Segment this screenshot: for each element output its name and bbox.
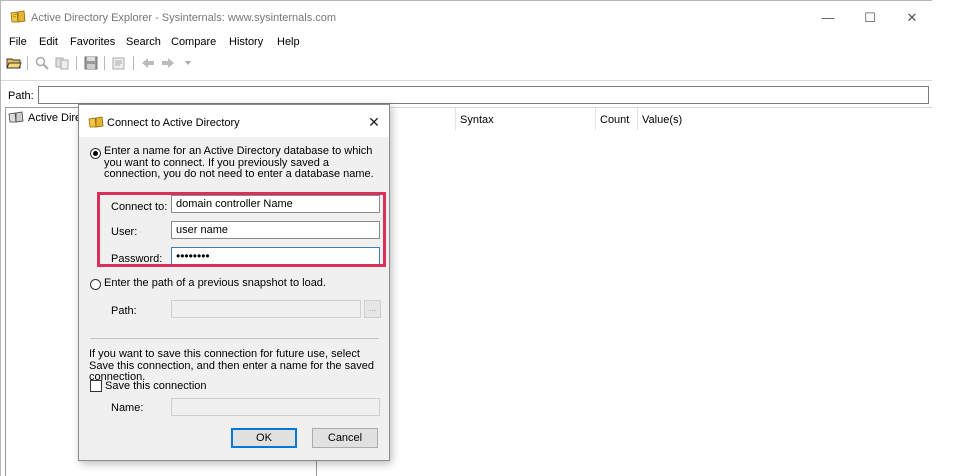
radio-connect-database[interactable] (90, 148, 101, 159)
cancel-button[interactable]: Cancel (312, 428, 378, 448)
radio-load-snapshot[interactable] (90, 279, 101, 290)
save-connection-checkbox[interactable] (90, 380, 102, 392)
forward-arrow-icon[interactable] (160, 55, 176, 71)
toolbar (1, 53, 932, 73)
ok-button[interactable]: OK (231, 428, 297, 448)
menu-bar: File Edit Favorites Search Compare Histo… (1, 34, 932, 52)
active-directory-icon (8, 111, 24, 123)
menu-history[interactable]: History (229, 36, 263, 48)
menu-edit[interactable]: Edit (39, 36, 58, 48)
attribute-list: Syntax Count Value(s) (320, 107, 932, 476)
window-title: Active Directory Explorer - Sysinternals… (31, 12, 337, 24)
column-header-values[interactable]: Value(s) (638, 108, 718, 130)
dialog-close-button[interactable]: ✕ (365, 113, 383, 131)
dialog-title-bar: Connect to Active Directory ✕ (79, 105, 389, 137)
connection-name-input[interactable] (171, 398, 380, 416)
back-arrow-icon[interactable] (140, 55, 156, 71)
radio-snapshot-label: Enter the path of a previous snapshot to… (104, 277, 326, 289)
compare-icon[interactable] (54, 55, 70, 71)
save-connection-label: Save this connection (105, 380, 207, 392)
snapshot-path-label: Path: (111, 305, 137, 317)
browse-button[interactable]: ... (364, 300, 381, 318)
column-header-syntax[interactable]: Syntax (456, 108, 596, 130)
dialog-separator (90, 338, 379, 339)
properties-icon[interactable] (111, 55, 127, 71)
toolbar-divider (1, 80, 932, 81)
toolbar-separator (76, 56, 77, 70)
save-icon[interactable] (83, 55, 99, 71)
dropdown-arrow-icon[interactable] (180, 55, 196, 71)
close-window-button[interactable]: ✕ (900, 8, 924, 28)
name-label: Name: (111, 402, 144, 414)
minimize-button[interactable]: — (816, 8, 840, 28)
menu-search[interactable]: Search (126, 36, 161, 48)
highlight-annotation (97, 192, 386, 267)
path-label: Path: (8, 90, 34, 102)
menu-favorites[interactable]: Favorites (70, 36, 115, 48)
radio-connect-label: Enter a name for an Active Directory dat… (104, 145, 374, 180)
toolbar-separator (104, 56, 105, 70)
connect-dialog: Connect to Active Directory ✕ Enter a na… (78, 104, 390, 461)
column-header-count[interactable]: Count (596, 108, 638, 130)
save-info-text: If you want to save this connection for … (89, 348, 374, 383)
snapshot-path-input[interactable] (171, 300, 361, 318)
path-input[interactable] (38, 86, 929, 104)
app-book-icon (10, 10, 26, 23)
menu-help[interactable]: Help (277, 36, 300, 48)
title-bar: Active Directory Explorer - Sysinternals… (1, 1, 932, 34)
menu-compare[interactable]: Compare (171, 36, 216, 48)
path-bar: Path: (1, 85, 932, 105)
dialog-title: Connect to Active Directory (107, 117, 240, 129)
toolbar-separator (27, 56, 28, 70)
menu-file[interactable]: File (9, 36, 27, 48)
toolbar-separator (133, 56, 134, 70)
maximize-button[interactable]: ☐ (858, 8, 882, 28)
dialog-book-icon (88, 116, 104, 128)
search-icon[interactable] (34, 55, 50, 71)
open-folder-icon[interactable] (6, 55, 22, 71)
